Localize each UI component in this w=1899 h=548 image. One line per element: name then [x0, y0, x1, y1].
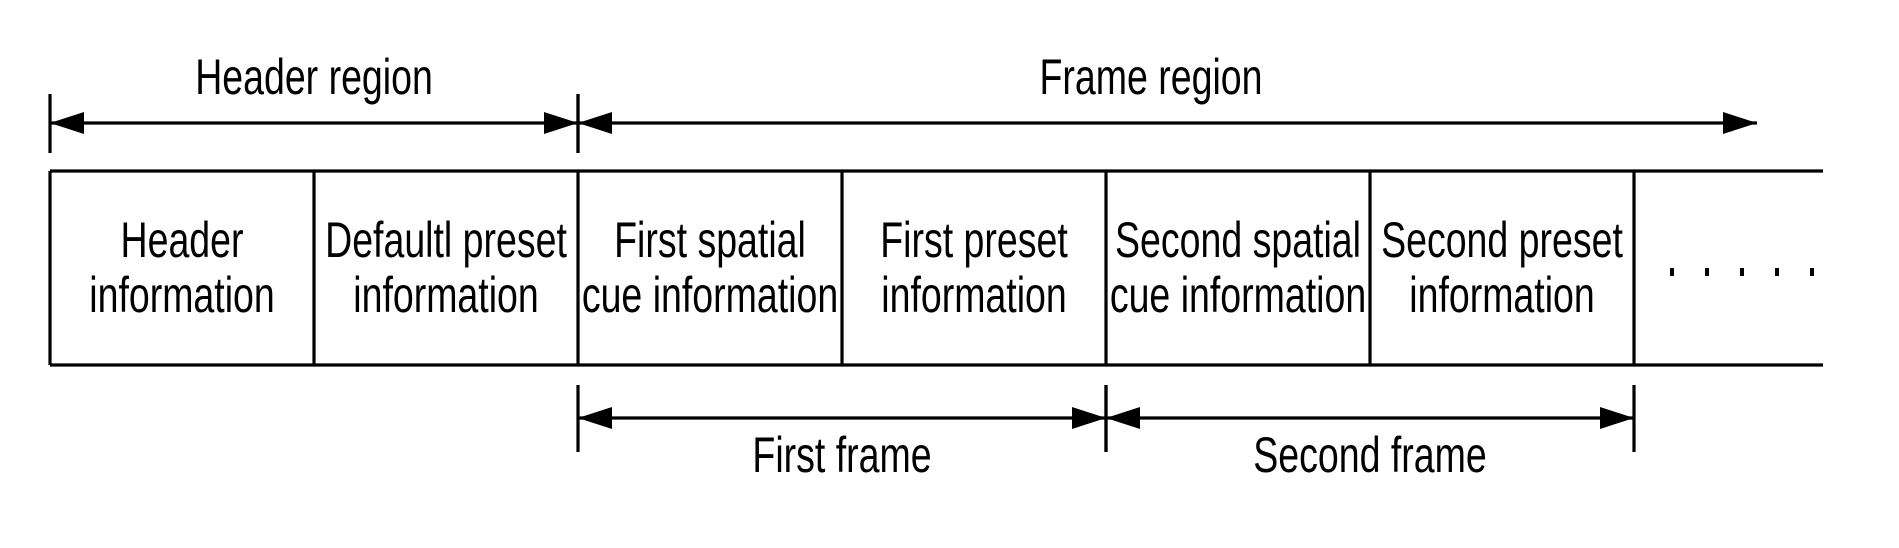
arrow-right-icon: [1723, 112, 1757, 134]
cell-text-line-group: First preset: [880, 213, 1068, 268]
bottom-span-1: Second frame: [1104, 385, 1636, 483]
table-cell: Headerinformation: [89, 213, 274, 323]
cell-text-line: cue information: [1110, 268, 1366, 323]
top-span-1: Frame region: [576, 50, 1757, 153]
region-annotations: Header region Frame region: [48, 50, 1757, 153]
bottom-span-label: First frame: [752, 428, 931, 483]
bottom-span-label-group: Second frame: [1253, 428, 1486, 483]
bottom-span-label-group: First frame: [752, 428, 931, 483]
cell-text-line: information: [1409, 268, 1594, 323]
ellipsis-dot: [1670, 268, 1674, 276]
frame-annotations: First frame Second frame: [576, 385, 1636, 483]
bitstream-structure-diagram: Header region Frame region Headerinformat…: [48, 50, 1823, 483]
table-cell: Second presetinformation: [1381, 213, 1623, 323]
table-cell: First spatialcue information: [582, 213, 838, 323]
ellipsis-dot: [1740, 268, 1744, 276]
arrow-left-icon: [578, 407, 612, 429]
top-span-label: Header region: [195, 50, 433, 105]
bottom-span-0: First frame: [576, 385, 1108, 483]
arrow-left-icon: [50, 112, 84, 134]
cell-text-line-group: information: [89, 268, 274, 323]
cell-text-line: Second preset: [1381, 213, 1623, 268]
arrow-right-icon: [1072, 407, 1106, 429]
cell-text-line-group: Header: [121, 213, 244, 268]
arrow-left-icon: [578, 112, 612, 134]
bottom-span-label: Second frame: [1253, 428, 1486, 483]
cell-text-line: Header: [121, 213, 244, 268]
arrow-right-icon: [544, 112, 578, 134]
cell-text-line-group: Second preset: [1381, 213, 1623, 268]
top-span-label-group: Header region: [195, 50, 433, 105]
cell-text-line: information: [881, 268, 1066, 323]
cell-text-line: information: [89, 268, 274, 323]
ellipsis-dot: [1705, 268, 1709, 276]
cell-text-line-group: information: [353, 268, 538, 323]
cell-text-line: Defaultl preset: [325, 213, 567, 268]
cell-text-line-group: Second spatial: [1115, 213, 1361, 268]
cell-text-line: First preset: [880, 213, 1068, 268]
cell-text-line-group: cue information: [582, 268, 838, 323]
cell-text-line-group: cue information: [1110, 268, 1366, 323]
table-cell: Defaultl presetinformation: [325, 213, 567, 323]
arrow-left-icon: [1106, 407, 1140, 429]
cell-text-line: information: [353, 268, 538, 323]
cell-text-line-group: information: [1409, 268, 1594, 323]
continuation-ellipsis: [1670, 268, 1814, 276]
cell-text-line: Second spatial: [1115, 213, 1361, 268]
top-span-0: Header region: [48, 50, 580, 153]
top-span-label: Frame region: [1040, 50, 1263, 105]
ellipsis-dot: [1775, 268, 1779, 276]
ellipsis-dot: [1810, 268, 1814, 276]
cell-text-line-group: information: [881, 268, 1066, 323]
bitstream-table: HeaderinformationDefaultl presetinformat…: [48, 169, 1823, 367]
cell-text-line-group: First spatial: [614, 213, 806, 268]
cell-text-line-group: Defaultl preset: [325, 213, 567, 268]
cell-text-line: cue information: [582, 268, 838, 323]
cell-text-line: First spatial: [614, 213, 806, 268]
top-span-label-group: Frame region: [1040, 50, 1263, 105]
table-cell: First presetinformation: [880, 213, 1068, 323]
arrow-right-icon: [1600, 407, 1634, 429]
table-cell: Second spatialcue information: [1110, 213, 1366, 323]
